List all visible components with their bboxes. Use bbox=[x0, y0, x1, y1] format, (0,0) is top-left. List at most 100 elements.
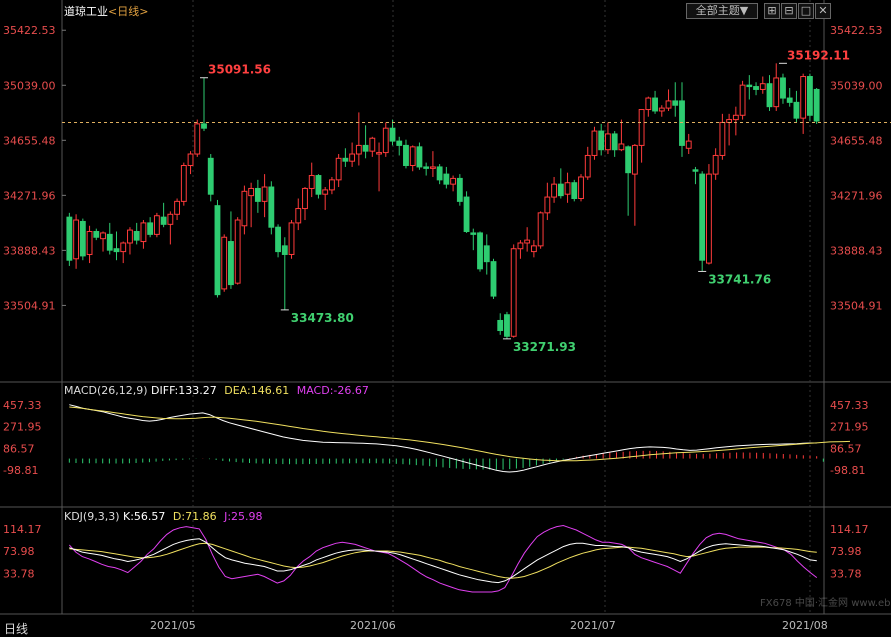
candle-body bbox=[456, 177, 463, 202]
macd-tick-right: 271.95 bbox=[830, 421, 869, 434]
candle-body bbox=[712, 154, 719, 175]
candle-body bbox=[403, 144, 409, 166]
candlestick-series bbox=[62, 63, 891, 339]
candle-body bbox=[578, 176, 584, 200]
candle-body bbox=[133, 231, 140, 241]
candle-body bbox=[308, 175, 315, 189]
price-tick-left: 35422.53 bbox=[3, 24, 56, 37]
macd-macd-value: MACD:-26.67 bbox=[296, 384, 369, 397]
candle-body bbox=[93, 231, 100, 238]
candle-body bbox=[167, 213, 174, 225]
candle-body bbox=[147, 222, 154, 235]
kdj-d-value: D:71.86 bbox=[172, 510, 217, 523]
macd-diff-value: DIFF:133.27 bbox=[151, 384, 217, 397]
candle-body bbox=[638, 109, 645, 146]
kdj-tick-left: 114.17 bbox=[3, 523, 42, 536]
kdj-j-line bbox=[68, 524, 818, 593]
candle-body bbox=[153, 215, 160, 235]
candle-body bbox=[429, 166, 436, 169]
high-price-label: 35192.11 bbox=[787, 48, 850, 62]
zoom-out-icon: ⊟ bbox=[784, 4, 794, 17]
candle-body bbox=[470, 232, 477, 235]
candle-body bbox=[328, 179, 335, 191]
theme-button[interactable]: 全部主题▼ bbox=[686, 3, 758, 19]
close-button[interactable]: ✕ bbox=[815, 3, 831, 19]
candle-body bbox=[739, 84, 746, 116]
candle-body bbox=[66, 216, 73, 261]
period-footer-label[interactable]: 日线 bbox=[4, 620, 28, 637]
candle-body bbox=[631, 144, 638, 175]
macd-panel: 457.33 457.33 271.95 271.95 86.57 86.57 -98.81… bbox=[3, 399, 869, 477]
maximize-button[interactable]: □ bbox=[798, 3, 814, 19]
candle-body bbox=[692, 169, 699, 172]
macd-tick-left: 457.33 bbox=[3, 399, 42, 412]
price-tick-right: 34271.96 bbox=[830, 189, 883, 202]
price-tick-right: 33504.91 bbox=[830, 299, 883, 312]
date-label-jun: 2021/06 bbox=[350, 619, 396, 632]
candle-body bbox=[248, 187, 255, 197]
candle-body bbox=[100, 232, 106, 240]
candle-body bbox=[759, 83, 766, 90]
candle-body bbox=[544, 196, 551, 214]
date-label-aug: 2021/08 bbox=[782, 619, 828, 632]
price-tick-right: 35422.53 bbox=[830, 24, 883, 37]
candle-body bbox=[376, 152, 382, 155]
candle-body bbox=[732, 114, 739, 121]
kdj-j-value: J:25.98 bbox=[224, 510, 263, 523]
candle-body bbox=[241, 190, 248, 227]
candle-body bbox=[275, 226, 281, 253]
low-price-label: 33741.76 bbox=[708, 272, 771, 286]
candle-body bbox=[389, 127, 396, 142]
zoom-in-button[interactable]: ⊞ bbox=[764, 3, 780, 19]
candle-body bbox=[322, 189, 329, 195]
candle-body bbox=[302, 187, 308, 210]
candle-body bbox=[510, 248, 517, 337]
kdj-label: KDJ(9,3,3) bbox=[64, 510, 120, 523]
macd-tick-left: 271.95 bbox=[3, 421, 42, 434]
macd-dea-value: DEA:146.61 bbox=[224, 384, 290, 397]
candle-body bbox=[564, 182, 571, 195]
candle-body bbox=[598, 130, 605, 151]
candle-body bbox=[806, 76, 813, 116]
candle-body bbox=[416, 146, 423, 168]
candle-body bbox=[436, 166, 443, 181]
zoom-out-button[interactable]: ⊟ bbox=[781, 3, 797, 19]
candle-body bbox=[524, 239, 531, 244]
candle-body bbox=[281, 245, 288, 255]
candle-body bbox=[665, 100, 672, 109]
price-tick-right: 35039.00 bbox=[830, 79, 883, 92]
candle-body bbox=[409, 146, 416, 166]
kdj-tick-left: 73.98 bbox=[3, 545, 35, 558]
candle-body bbox=[268, 186, 275, 228]
macd-tick-left: 86.57 bbox=[3, 442, 35, 455]
price-tick-left: 34271.96 bbox=[3, 189, 56, 202]
price-tick-left: 34655.48 bbox=[3, 134, 56, 147]
candle-body bbox=[813, 88, 820, 122]
zoom-in-icon: ⊞ bbox=[767, 4, 777, 17]
candle-body bbox=[73, 219, 80, 260]
candle-body bbox=[557, 183, 564, 197]
candle-body bbox=[221, 236, 228, 290]
candle-body bbox=[140, 222, 147, 243]
candle-body bbox=[530, 245, 537, 253]
candle-body bbox=[746, 84, 753, 88]
candle-body bbox=[450, 177, 457, 185]
candle-body bbox=[234, 219, 241, 284]
candle-body bbox=[423, 166, 430, 169]
macd-label: MACD(26,12,9) bbox=[64, 384, 148, 397]
maximize-icon: □ bbox=[800, 4, 812, 17]
candle-body bbox=[618, 143, 625, 151]
candle-body bbox=[79, 220, 86, 257]
macd-tick-right: 86.57 bbox=[830, 442, 862, 455]
candle-body bbox=[591, 130, 598, 156]
candle-body bbox=[106, 233, 113, 251]
price-tick-left: 33504.91 bbox=[3, 299, 56, 312]
macd-tick-right: -98.81 bbox=[830, 464, 865, 477]
stock-chart: 457.33 457.33 271.95 271.95 86.57 86.57 -98.81… bbox=[0, 0, 891, 615]
candle-body bbox=[705, 173, 712, 264]
candle-body bbox=[766, 83, 773, 108]
price-annotations: 35091.56 33473.80 33271.93 35192.11 33741.76 bbox=[200, 48, 850, 354]
candle-body bbox=[800, 76, 807, 119]
candle-body bbox=[497, 319, 504, 332]
candle-body bbox=[295, 208, 302, 224]
